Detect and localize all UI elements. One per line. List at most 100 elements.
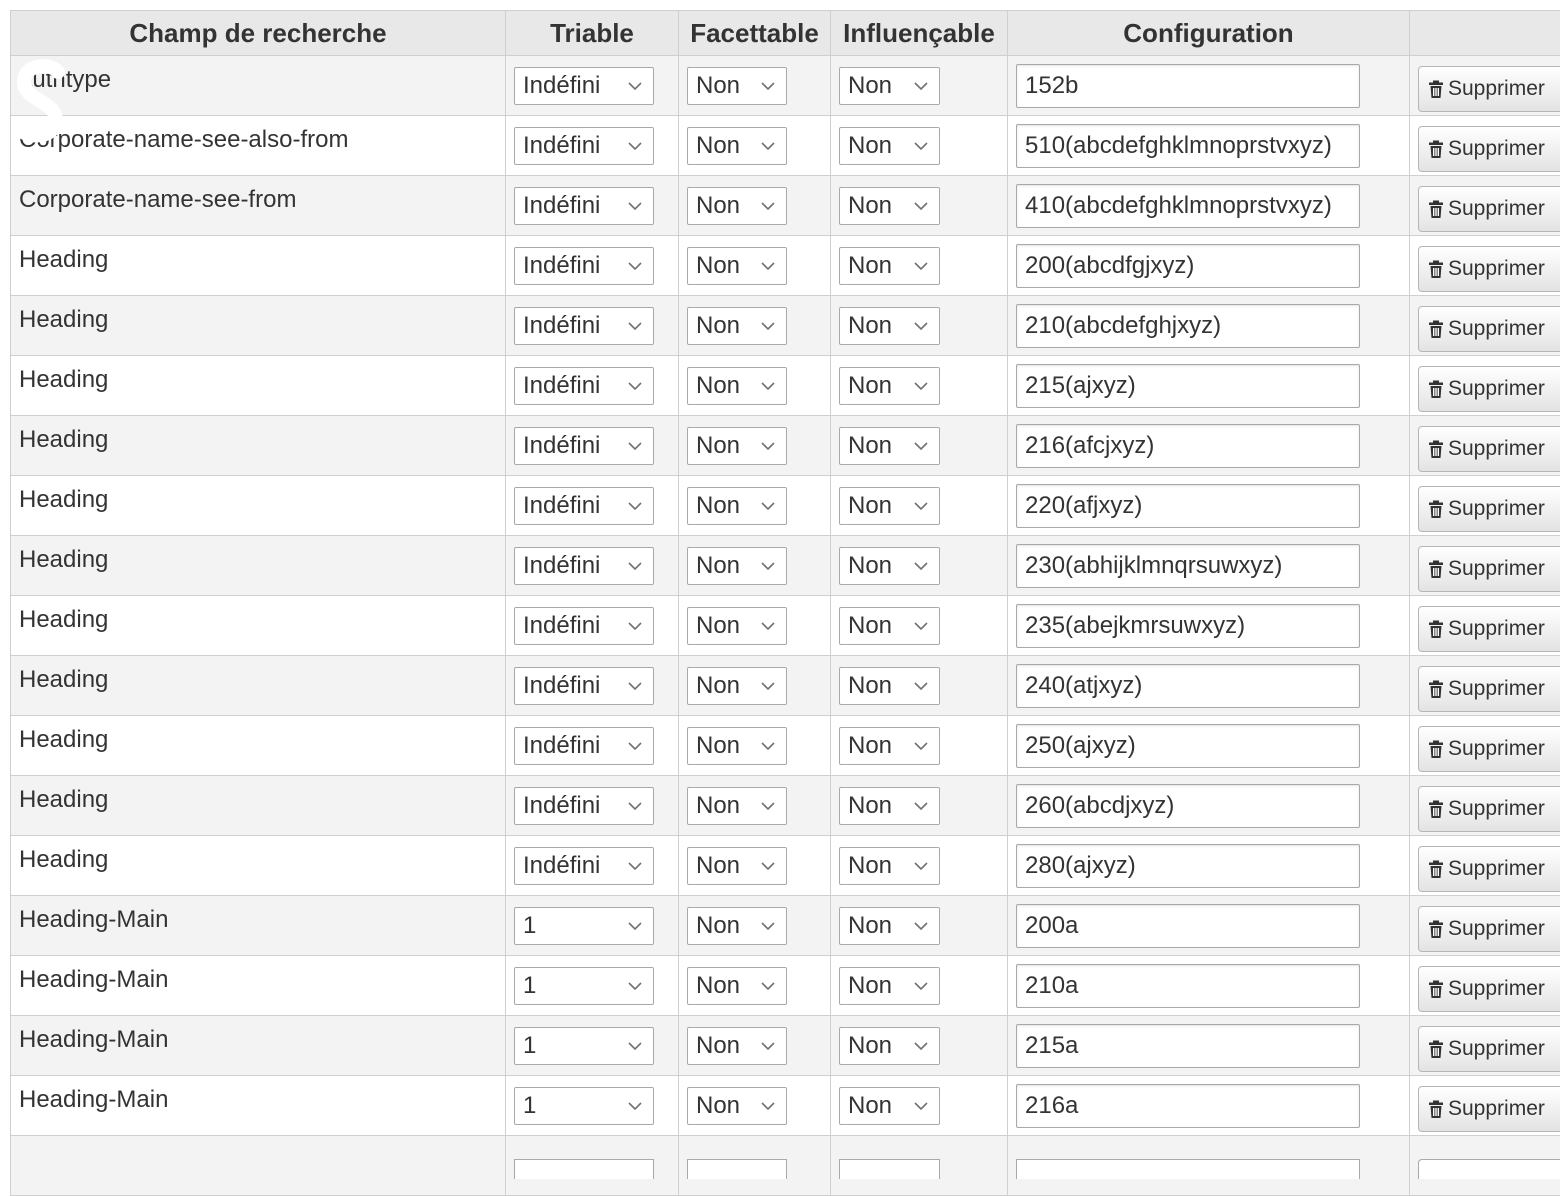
facetable-select[interactable]: Non xyxy=(687,367,787,405)
configuration-input[interactable] xyxy=(1016,784,1360,828)
sortable-select[interactable]: Indéfini xyxy=(514,307,654,345)
sortable-select[interactable]: Indéfini xyxy=(514,547,654,585)
boostable-select[interactable]: Non xyxy=(839,247,940,285)
boostable-select[interactable]: Non xyxy=(839,547,940,585)
boostable-select[interactable]: Non xyxy=(839,367,940,405)
configuration-input[interactable] xyxy=(1016,424,1360,468)
delete-button[interactable]: Supprimer xyxy=(1418,66,1560,112)
sortable-select[interactable]: Indéfini xyxy=(514,427,654,465)
delete-button[interactable]: Supprimer xyxy=(1418,906,1560,952)
boostable-select[interactable]: Non xyxy=(839,187,940,225)
boostable-select[interactable]: Non xyxy=(839,847,940,885)
configuration-input[interactable] xyxy=(1016,184,1360,228)
boostable-select[interactable] xyxy=(839,1159,940,1179)
configuration-input[interactable] xyxy=(1016,304,1360,348)
configuration-input[interactable] xyxy=(1016,664,1360,708)
boostable-select[interactable]: Non xyxy=(839,967,940,1005)
delete-button[interactable]: Supprimer xyxy=(1418,1026,1560,1072)
facetable-select[interactable]: Non xyxy=(687,787,787,825)
configuration-input[interactable] xyxy=(1016,1159,1360,1179)
delete-button[interactable]: Supprimer xyxy=(1418,666,1560,712)
boostable-select-value: Non xyxy=(848,312,892,339)
facetable-select[interactable] xyxy=(687,1159,787,1179)
sortable-select[interactable]: Indéfini xyxy=(514,487,654,525)
boostable-select[interactable]: Non xyxy=(839,127,940,165)
sortable-select[interactable]: Indéfini xyxy=(514,367,654,405)
facetable-select[interactable]: Non xyxy=(687,427,787,465)
sortable-select[interactable]: 1 xyxy=(514,1027,654,1065)
configuration-input[interactable] xyxy=(1016,1084,1360,1128)
configuration-input[interactable] xyxy=(1016,544,1360,588)
sortable-select[interactable] xyxy=(514,1159,654,1179)
delete-button[interactable]: Supprimer xyxy=(1418,246,1560,292)
facetable-select[interactable]: Non xyxy=(687,547,787,585)
boostable-select[interactable]: Non xyxy=(839,427,940,465)
delete-button[interactable] xyxy=(1418,1159,1560,1179)
configuration-input[interactable] xyxy=(1016,844,1360,888)
boostable-select[interactable]: Non xyxy=(839,727,940,765)
facetable-select[interactable]: Non xyxy=(687,847,787,885)
configuration-input[interactable] xyxy=(1016,724,1360,768)
sortable-select[interactable]: Indéfini xyxy=(514,667,654,705)
delete-button[interactable]: Supprimer xyxy=(1418,846,1560,892)
configuration-input[interactable] xyxy=(1016,364,1360,408)
facetable-select[interactable]: Non xyxy=(687,907,787,945)
delete-button[interactable]: Supprimer xyxy=(1418,1086,1560,1132)
sortable-select[interactable]: Indéfini xyxy=(514,787,654,825)
facetable-select[interactable]: Non xyxy=(687,487,787,525)
delete-button[interactable]: Supprimer xyxy=(1418,966,1560,1012)
facetable-select[interactable]: Non xyxy=(687,307,787,345)
delete-button[interactable]: Supprimer xyxy=(1418,726,1560,772)
facetable-select[interactable]: Non xyxy=(687,967,787,1005)
delete-button[interactable]: Supprimer xyxy=(1418,306,1560,352)
sortable-cell: 1 xyxy=(506,956,679,1016)
delete-button[interactable]: Supprimer xyxy=(1418,486,1560,532)
boostable-select[interactable]: Non xyxy=(839,307,940,345)
delete-button[interactable]: Supprimer xyxy=(1418,786,1560,832)
boostable-select[interactable]: Non xyxy=(839,67,940,105)
facetable-select[interactable]: Non xyxy=(687,667,787,705)
sortable-select[interactable]: 1 xyxy=(514,907,654,945)
boostable-select[interactable]: Non xyxy=(839,907,940,945)
configuration-input[interactable] xyxy=(1016,484,1360,528)
configuration-input[interactable] xyxy=(1016,604,1360,648)
configuration-input[interactable] xyxy=(1016,904,1360,948)
facetable-select[interactable]: Non xyxy=(687,1087,787,1125)
boostable-select[interactable]: Non xyxy=(839,667,940,705)
boostable-select[interactable]: Non xyxy=(839,607,940,645)
sortable-select[interactable]: Indéfini xyxy=(514,847,654,885)
facetable-select[interactable]: Non xyxy=(687,67,787,105)
delete-button[interactable]: Supprimer xyxy=(1418,366,1560,412)
sortable-select[interactable]: Indéfini xyxy=(514,67,654,105)
configuration-input[interactable] xyxy=(1016,64,1360,108)
trash-icon xyxy=(1429,380,1443,398)
delete-button[interactable]: Supprimer xyxy=(1418,546,1560,592)
sortable-select[interactable]: Indéfini xyxy=(514,127,654,165)
configuration-input[interactable] xyxy=(1016,964,1360,1008)
sortable-cell: Indéfini xyxy=(506,356,679,416)
sortable-select[interactable]: Indéfini xyxy=(514,727,654,765)
sortable-select[interactable]: 1 xyxy=(514,1087,654,1125)
sortable-select[interactable]: Indéfini xyxy=(514,607,654,645)
sortable-select[interactable]: 1 xyxy=(514,967,654,1005)
delete-button[interactable]: Supprimer xyxy=(1418,126,1560,172)
sortable-select[interactable]: Indéfini xyxy=(514,187,654,225)
configuration-input[interactable] xyxy=(1016,1024,1360,1068)
table-header-row: Champ de recherche Triable Facettable In… xyxy=(11,11,1560,56)
facetable-select[interactable]: Non xyxy=(687,127,787,165)
configuration-input[interactable] xyxy=(1016,244,1360,288)
delete-button[interactable]: Supprimer xyxy=(1418,426,1560,472)
delete-button[interactable]: Supprimer xyxy=(1418,606,1560,652)
facetable-select[interactable]: Non xyxy=(687,187,787,225)
boostable-select[interactable]: Non xyxy=(839,1027,940,1065)
facetable-select[interactable]: Non xyxy=(687,607,787,645)
facetable-select[interactable]: Non xyxy=(687,247,787,285)
boostable-select[interactable]: Non xyxy=(839,1087,940,1125)
boostable-select[interactable]: Non xyxy=(839,487,940,525)
delete-button[interactable]: Supprimer xyxy=(1418,186,1560,232)
facetable-select[interactable]: Non xyxy=(687,727,787,765)
configuration-input[interactable] xyxy=(1016,124,1360,168)
boostable-select[interactable]: Non xyxy=(839,787,940,825)
sortable-select[interactable]: Indéfini xyxy=(514,247,654,285)
facetable-select[interactable]: Non xyxy=(687,1027,787,1065)
